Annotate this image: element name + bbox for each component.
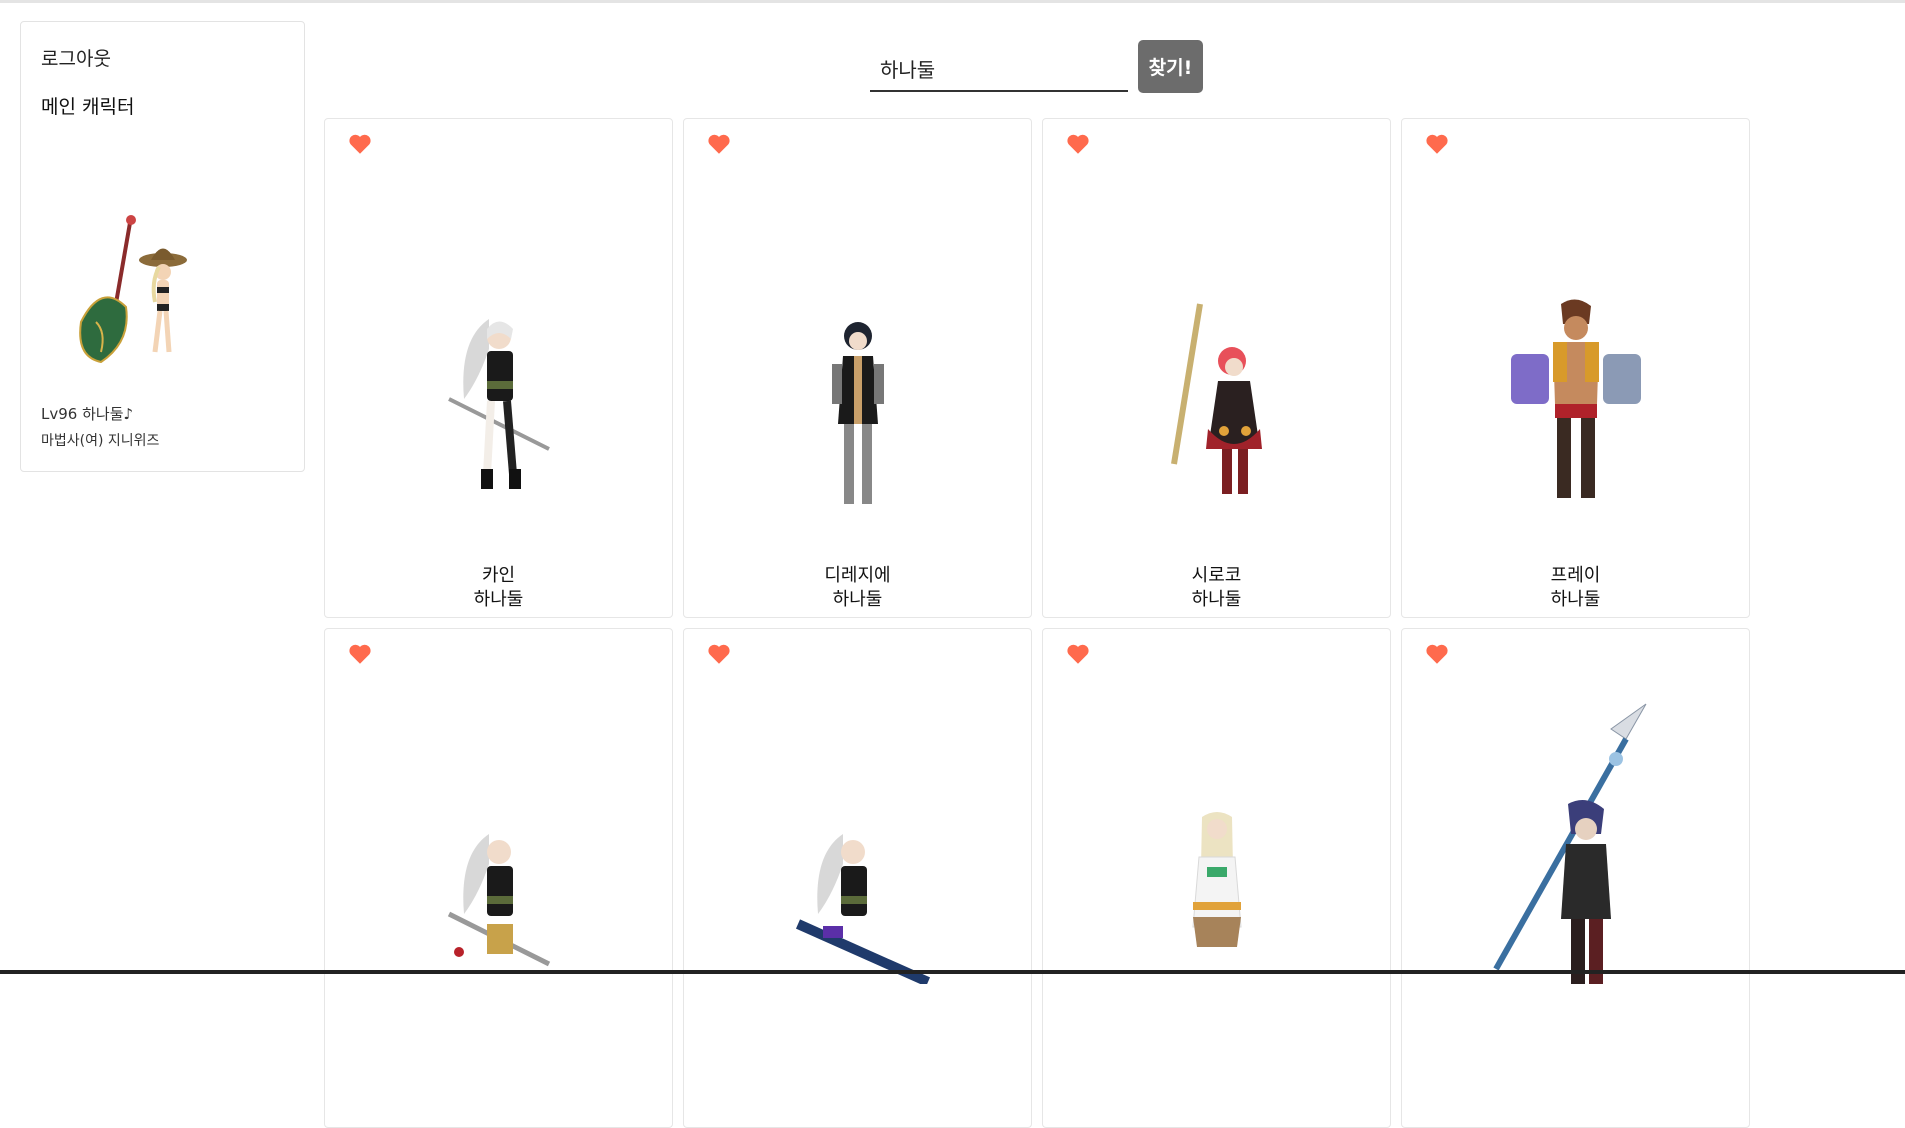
character-sprite [831,322,884,504]
character-card[interactable] [1401,628,1750,1128]
heart-icon[interactable] [347,641,373,667]
character-card[interactable]: 카인 하나둘 [324,118,673,618]
heart-icon[interactable] [1424,641,1450,667]
main-character-heading: 메인 캐릭터 [41,96,135,118]
character-sprite [1510,299,1641,498]
character-card[interactable]: 디레지에 하나둘 [683,118,1032,618]
sidebar-panel: 로그아웃 메인 캐릭터 Lv96 하나둘♪ 마법사(여) 지니위즈 [20,21,305,472]
character-name: 하나둘 [1550,589,1601,610]
heart-icon[interactable] [347,131,373,157]
character-server: 카인 [481,565,516,586]
character-card[interactable] [324,628,673,1128]
character-sprite [447,319,550,489]
character-sprite [1191,812,1242,947]
character-sprite [1492,703,1646,984]
heart-icon[interactable] [1065,641,1091,667]
character-sprite [447,834,550,967]
character-server: 프레이 [1550,565,1601,586]
bottom-border [0,970,1905,974]
character-server: 디레지에 [824,565,891,586]
character-name: 하나둘 [832,589,883,610]
character-card[interactable] [683,628,1032,1128]
character-server: 시로코 [1191,565,1242,586]
heart-icon[interactable] [706,641,732,667]
logout-link[interactable]: 로그아웃 [41,44,111,71]
character-sprite [795,834,930,984]
main-character-sprite [79,215,187,364]
search-input[interactable] [870,46,1128,92]
main-character-level: Lv96 하나둘♪ [41,405,134,423]
character-card[interactable]: 프레이 하나둘 [1401,118,1750,618]
character-card[interactable] [1042,628,1391,1128]
character-card[interactable]: 시로코 하나둘 [1042,118,1391,618]
top-border [0,0,1905,3]
character-name: 하나둘 [473,589,524,610]
character-sprite [1170,303,1262,494]
heart-icon[interactable] [706,131,732,157]
main-character-job: 마법사(여) 지니위즈 [41,433,160,449]
heart-icon[interactable] [1065,131,1091,157]
heart-icon[interactable] [1424,131,1450,157]
search-button[interactable]: 찾기! [1138,40,1203,93]
character-name: 하나둘 [1191,589,1242,610]
